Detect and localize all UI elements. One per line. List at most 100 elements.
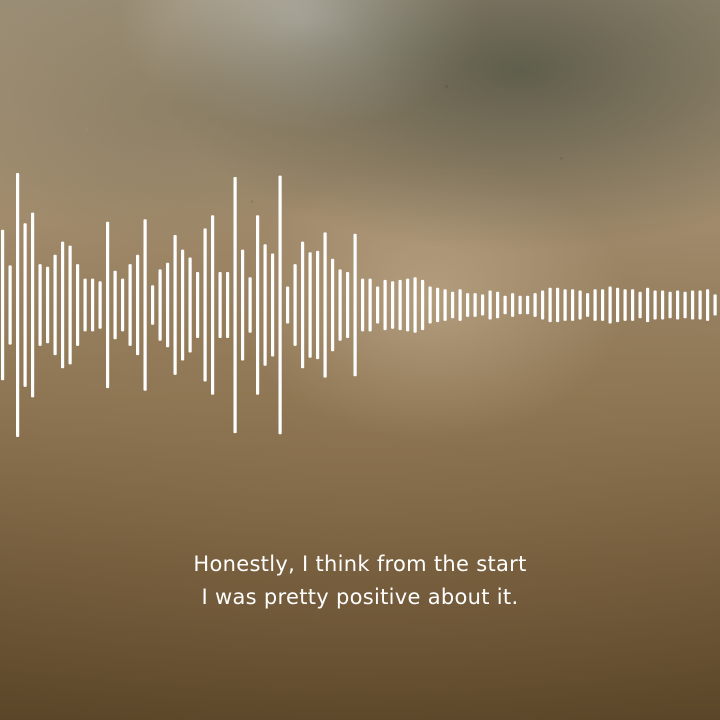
waveform-bar bbox=[218, 272, 222, 338]
waveform-bar bbox=[286, 286, 290, 324]
waveform-bar bbox=[646, 287, 650, 323]
waveform-bar bbox=[436, 287, 440, 323]
waveform-bar bbox=[338, 269, 342, 341]
waveform-bar bbox=[668, 291, 672, 319]
waveform-bar bbox=[196, 272, 200, 338]
waveform-bar bbox=[503, 295, 507, 315]
waveform-bars bbox=[1, 173, 717, 437]
waveform-bar bbox=[511, 293, 515, 317]
waveform-bar bbox=[638, 291, 642, 319]
waveform-bar bbox=[136, 254, 140, 356]
waveform-bar bbox=[151, 285, 155, 325]
waveform-bar bbox=[616, 287, 620, 323]
waveform-bar bbox=[203, 228, 207, 382]
waveform-bar bbox=[586, 293, 590, 317]
subtitle-caption: Honestly, I think from the start I was p… bbox=[0, 548, 720, 614]
waveform-bar bbox=[16, 173, 20, 437]
caption-line-1: Honestly, I think from the start bbox=[193, 552, 527, 576]
waveform-bar bbox=[46, 266, 50, 344]
waveform-bar bbox=[443, 289, 447, 321]
waveform-bar bbox=[31, 212, 35, 398]
waveform-bar bbox=[571, 289, 575, 321]
waveform-bar bbox=[128, 264, 132, 346]
waveform-bar bbox=[593, 289, 597, 321]
waveform-bar bbox=[323, 232, 327, 378]
waveform-bar bbox=[683, 291, 687, 319]
waveform-bar bbox=[121, 278, 125, 332]
waveform-bar bbox=[458, 289, 462, 321]
waveform-bar bbox=[53, 254, 57, 356]
waveform-bar bbox=[106, 221, 110, 389]
waveform-bar bbox=[541, 290, 545, 320]
waveform-bar bbox=[698, 290, 702, 320]
waveform-bar bbox=[556, 287, 560, 323]
waveform-bar bbox=[428, 286, 432, 324]
waveform-bar bbox=[143, 219, 147, 391]
waveform-bar bbox=[473, 293, 477, 317]
waveform-bar bbox=[226, 272, 230, 338]
waveform-bar bbox=[173, 235, 177, 375]
waveform-bar bbox=[113, 270, 117, 340]
waveform-bar bbox=[368, 278, 372, 332]
waveform-bar bbox=[271, 253, 275, 357]
waveform-bar bbox=[533, 293, 537, 317]
waveform-bar bbox=[563, 289, 567, 321]
audiogram-frame: Honestly, I think from the start I was p… bbox=[0, 0, 720, 720]
caption-line-2: I was pretty positive about it. bbox=[201, 585, 519, 609]
waveform-bar bbox=[68, 245, 72, 365]
waveform-bar bbox=[413, 277, 417, 333]
waveform-bar bbox=[623, 289, 627, 321]
waveform-bar bbox=[608, 286, 612, 324]
waveform-bar bbox=[676, 290, 680, 320]
waveform-bar bbox=[488, 290, 492, 320]
waveform-bar bbox=[166, 262, 170, 348]
waveform-bar bbox=[383, 279, 387, 331]
waveform-bar bbox=[578, 290, 582, 320]
waveform-bar bbox=[398, 279, 402, 331]
waveform-bar bbox=[631, 289, 635, 321]
waveform-bar bbox=[421, 279, 425, 331]
waveform-bar bbox=[661, 290, 665, 320]
waveform-bar bbox=[91, 278, 95, 332]
waveform-bar bbox=[361, 278, 365, 332]
waveform-bar bbox=[331, 258, 335, 352]
waveform-bar bbox=[38, 264, 42, 346]
waveform-bar bbox=[518, 295, 522, 315]
waveform-bar bbox=[61, 241, 65, 369]
waveform-bar bbox=[391, 281, 395, 329]
waveform-bar bbox=[278, 175, 282, 435]
waveform-bar bbox=[706, 289, 710, 321]
waveform-bar bbox=[263, 244, 267, 366]
waveform-bar bbox=[601, 289, 605, 321]
waveform-bar bbox=[256, 215, 260, 395]
waveform-bar bbox=[188, 257, 192, 353]
waveform-bar bbox=[496, 291, 500, 319]
waveform-bar bbox=[353, 233, 357, 377]
waveform-bar bbox=[83, 278, 87, 332]
waveform-bar bbox=[181, 249, 185, 361]
waveform-bar bbox=[308, 252, 312, 358]
waveform-bar bbox=[233, 177, 237, 434]
waveform-bar bbox=[548, 287, 552, 323]
waveform-bar bbox=[691, 290, 695, 320]
waveform-bar bbox=[98, 281, 102, 329]
waveform-bar bbox=[316, 250, 320, 360]
waveform-bar bbox=[76, 264, 80, 346]
waveform-bar bbox=[346, 272, 350, 338]
waveform-bar bbox=[211, 215, 215, 395]
waveform-bar bbox=[241, 249, 245, 361]
waveform-bar bbox=[293, 264, 297, 346]
waveform-bar bbox=[248, 277, 252, 333]
waveform-bar bbox=[713, 294, 717, 316]
waveform-bar bbox=[301, 241, 305, 369]
waveform-bar bbox=[376, 286, 380, 324]
waveform-bar bbox=[406, 278, 410, 332]
waveform-bar bbox=[23, 223, 27, 387]
waveform-bar bbox=[481, 294, 485, 316]
waveform-bar bbox=[466, 293, 470, 317]
waveform-bar bbox=[158, 269, 162, 341]
waveform-bar bbox=[451, 291, 455, 319]
waveform-bar bbox=[653, 290, 657, 320]
waveform-bar bbox=[526, 295, 530, 315]
waveform-bar bbox=[8, 265, 12, 345]
